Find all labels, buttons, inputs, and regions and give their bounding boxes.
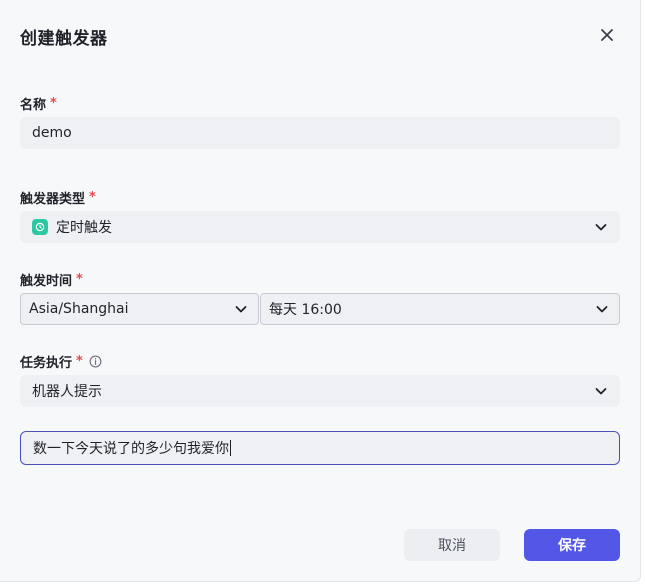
name-label: 名称 *	[20, 96, 57, 113]
chevron-down-icon	[594, 384, 608, 398]
name-input[interactable]: demo	[20, 117, 620, 149]
schedule-value: 每天 16:00	[269, 302, 342, 318]
clock-icon	[32, 219, 48, 235]
trigger-time-label: 触发时间 *	[20, 272, 83, 289]
chevron-down-icon	[594, 220, 608, 234]
text-caret	[230, 440, 231, 456]
save-button[interactable]: 保存	[524, 529, 620, 561]
required-mark: *	[76, 354, 83, 369]
prompt-input-value: 数一下今天说了的多少句我爱你	[33, 441, 229, 457]
info-icon[interactable]	[89, 355, 102, 368]
name-input-value: demo	[32, 125, 72, 141]
chevron-down-icon	[595, 302, 609, 316]
chevron-down-icon	[234, 302, 248, 316]
required-mark: *	[89, 190, 96, 205]
create-trigger-dialog: 创建触发器 名称 * demo 触发器类型 * 定时触发 触发时间 * Asia…	[0, 0, 641, 582]
required-mark: *	[50, 96, 57, 111]
task-select[interactable]: 机器人提示	[20, 375, 620, 407]
trigger-type-select[interactable]: 定时触发	[20, 211, 620, 243]
prompt-input[interactable]: 数一下今天说了的多少句我爱你	[20, 431, 620, 465]
trigger-type-label: 触发器类型 *	[20, 190, 96, 207]
task-value: 机器人提示	[32, 384, 102, 400]
timezone-select[interactable]: Asia/Shanghai	[20, 293, 259, 325]
timezone-value: Asia/Shanghai	[29, 301, 129, 317]
dialog-title: 创建触发器	[20, 29, 108, 49]
close-icon[interactable]	[596, 24, 618, 46]
task-label: 任务执行 *	[20, 352, 102, 371]
trigger-type-value: 定时触发	[56, 220, 112, 236]
schedule-select[interactable]: 每天 16:00	[260, 293, 620, 325]
required-mark: *	[76, 272, 83, 287]
cancel-button[interactable]: 取消	[404, 529, 500, 561]
